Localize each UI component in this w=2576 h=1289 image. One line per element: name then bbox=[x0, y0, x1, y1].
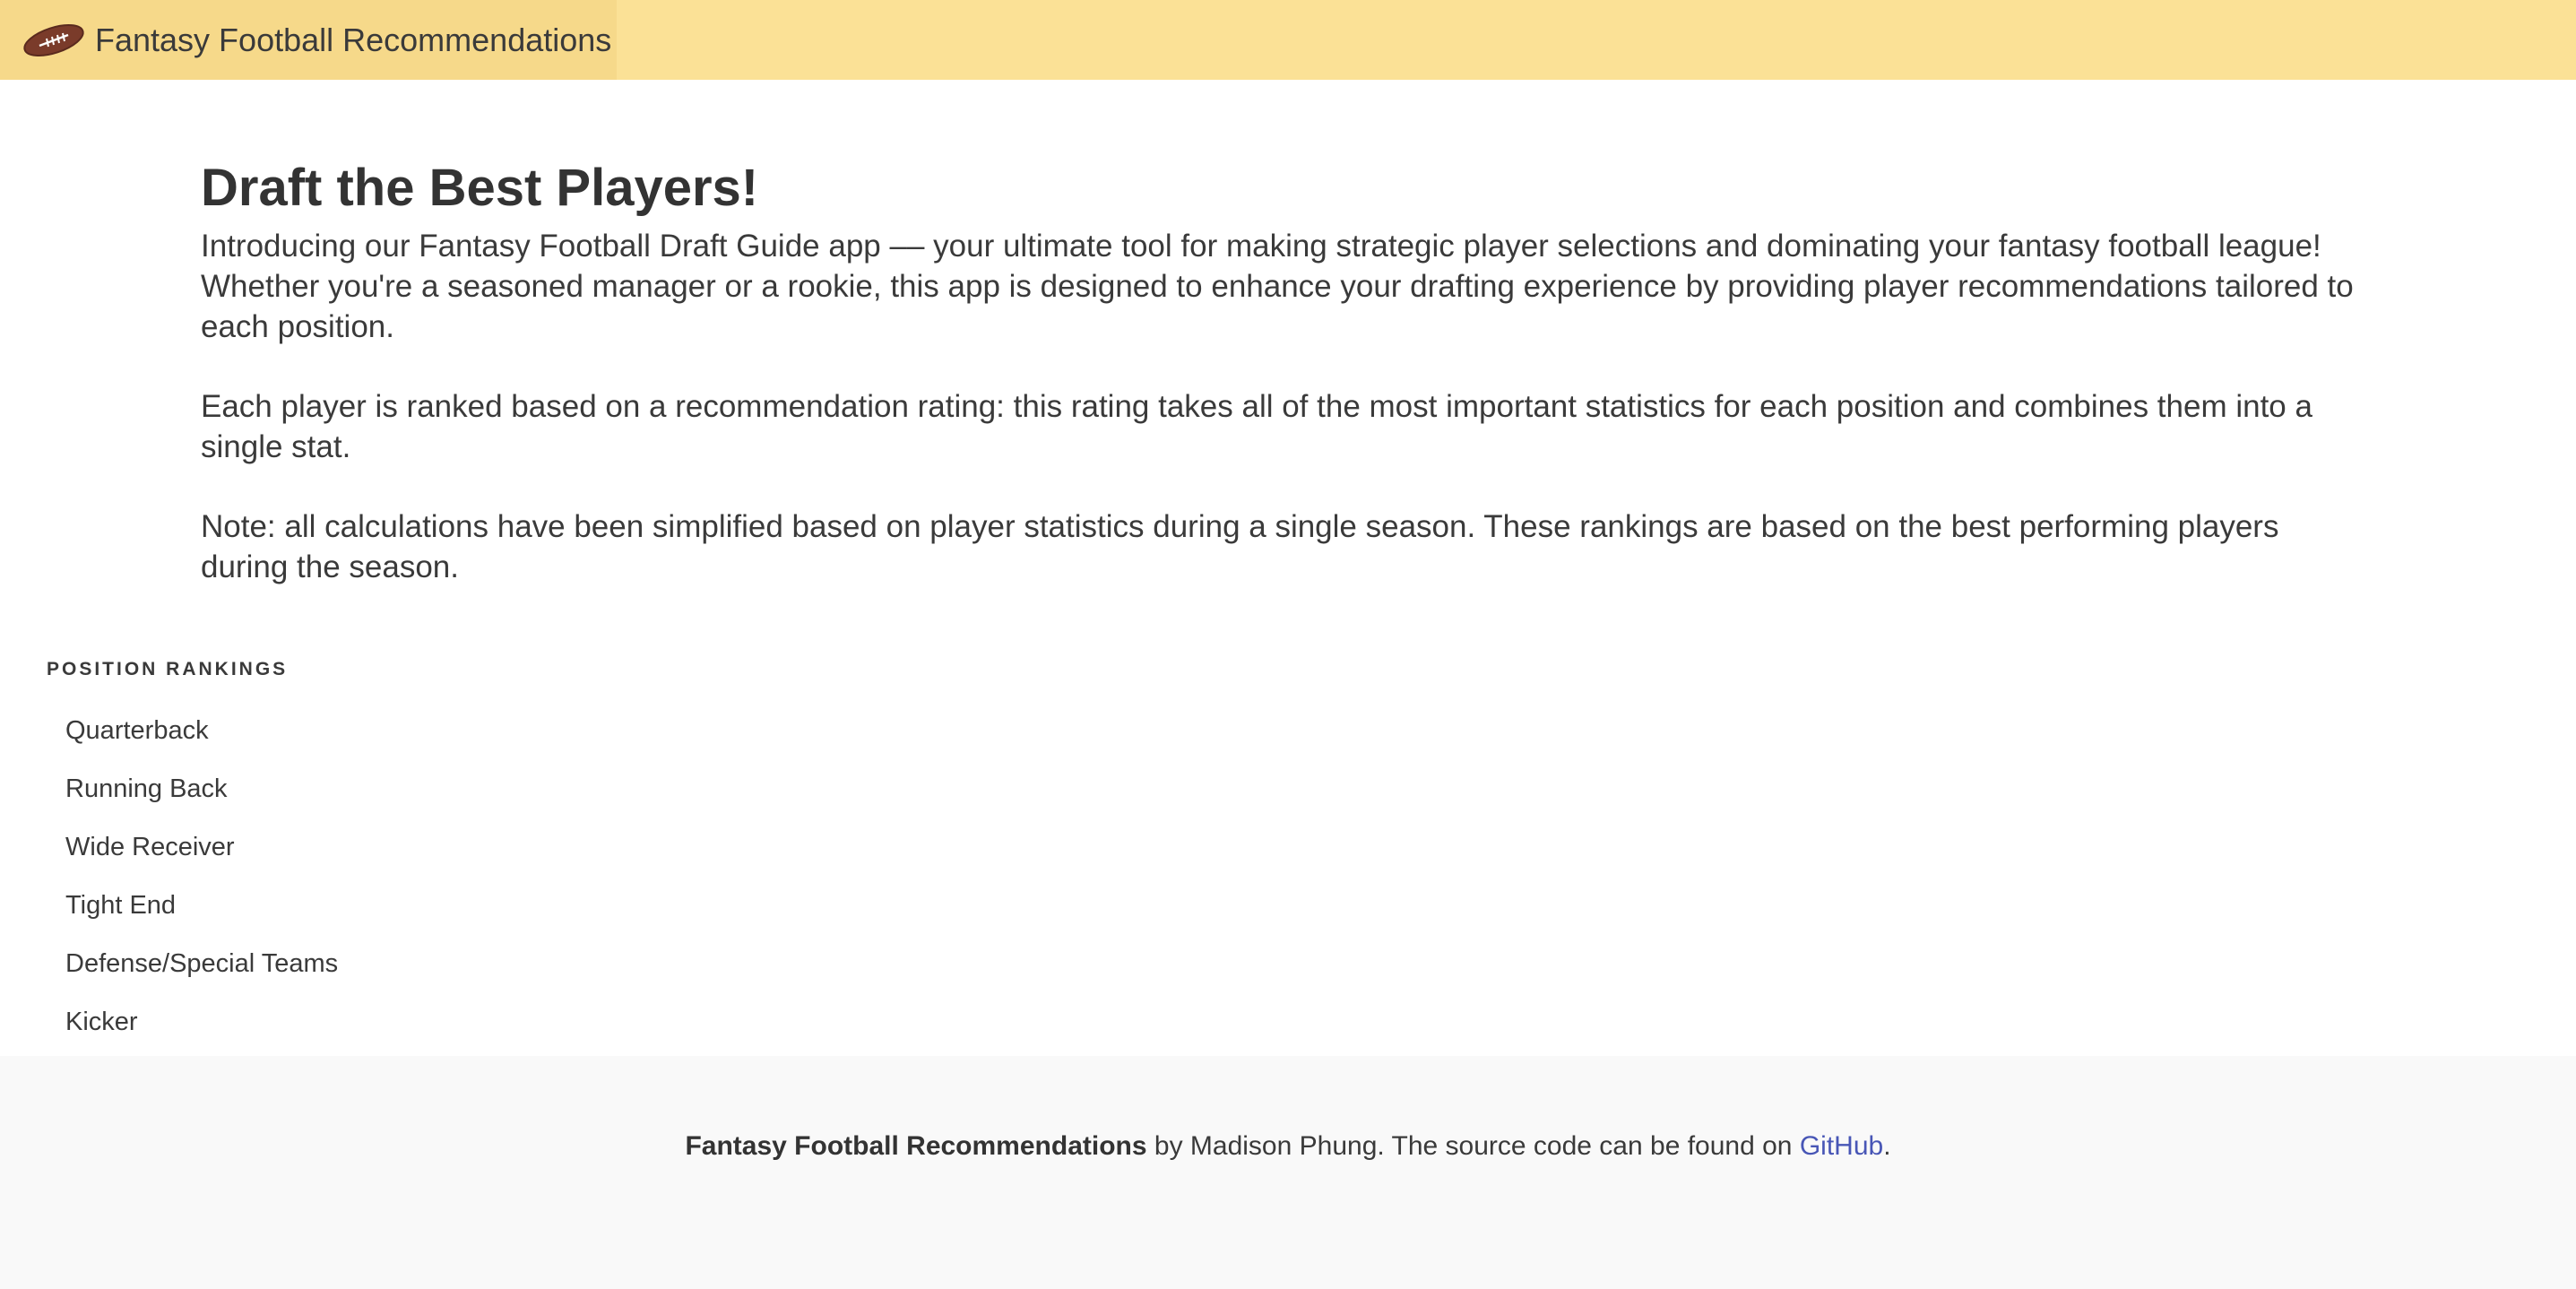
main-content: Draft the Best Players! Introducing our … bbox=[201, 151, 2370, 627]
position-list: Quarterback Running Back Wide Receiver T… bbox=[47, 702, 338, 1051]
footer-period: . bbox=[1883, 1131, 1891, 1161]
sidebar-heading: POSITION RANKINGS bbox=[47, 659, 289, 679]
note-paragraph: Note: all calculations have been simplif… bbox=[201, 509, 2279, 584]
footer-app-name: Fantasy Football Recommendations bbox=[685, 1131, 1147, 1161]
page-title: Draft the Best Players! bbox=[201, 159, 759, 217]
sidebar-item-running-back[interactable]: Running Back bbox=[47, 760, 338, 818]
brand-home-link[interactable]: Fantasy Football Recommendations bbox=[0, 0, 617, 80]
intro-paragraph: Introducing our Fantasy Football Draft G… bbox=[201, 229, 2354, 344]
sidebar-item-quarterback[interactable]: Quarterback bbox=[47, 702, 338, 760]
brand-title: Fantasy Football Recommendations bbox=[95, 21, 612, 58]
page-footer bbox=[0, 1056, 2576, 1289]
rating-paragraph: Each player is ranked based on a recomme… bbox=[201, 389, 2312, 464]
top-navbar: Fantasy Football Recommendations bbox=[0, 0, 2576, 80]
footer-credit: Fantasy Football Recommendations by Madi… bbox=[0, 1131, 2576, 1162]
sidebar-item-tight-end[interactable]: Tight End bbox=[47, 877, 338, 935]
github-link[interactable]: GitHub bbox=[1800, 1131, 1883, 1161]
footer-text: by Madison Phung. The source code can be… bbox=[1146, 1131, 1800, 1161]
football-icon bbox=[22, 22, 86, 58]
position-rankings-nav: POSITION RANKINGS Quarterback Running Ba… bbox=[47, 659, 338, 1051]
sidebar-item-defense-special-teams[interactable]: Defense/Special Teams bbox=[47, 935, 338, 993]
sidebar-item-kicker[interactable]: Kicker bbox=[47, 993, 338, 1051]
sidebar-item-wide-receiver[interactable]: Wide Receiver bbox=[47, 818, 338, 877]
